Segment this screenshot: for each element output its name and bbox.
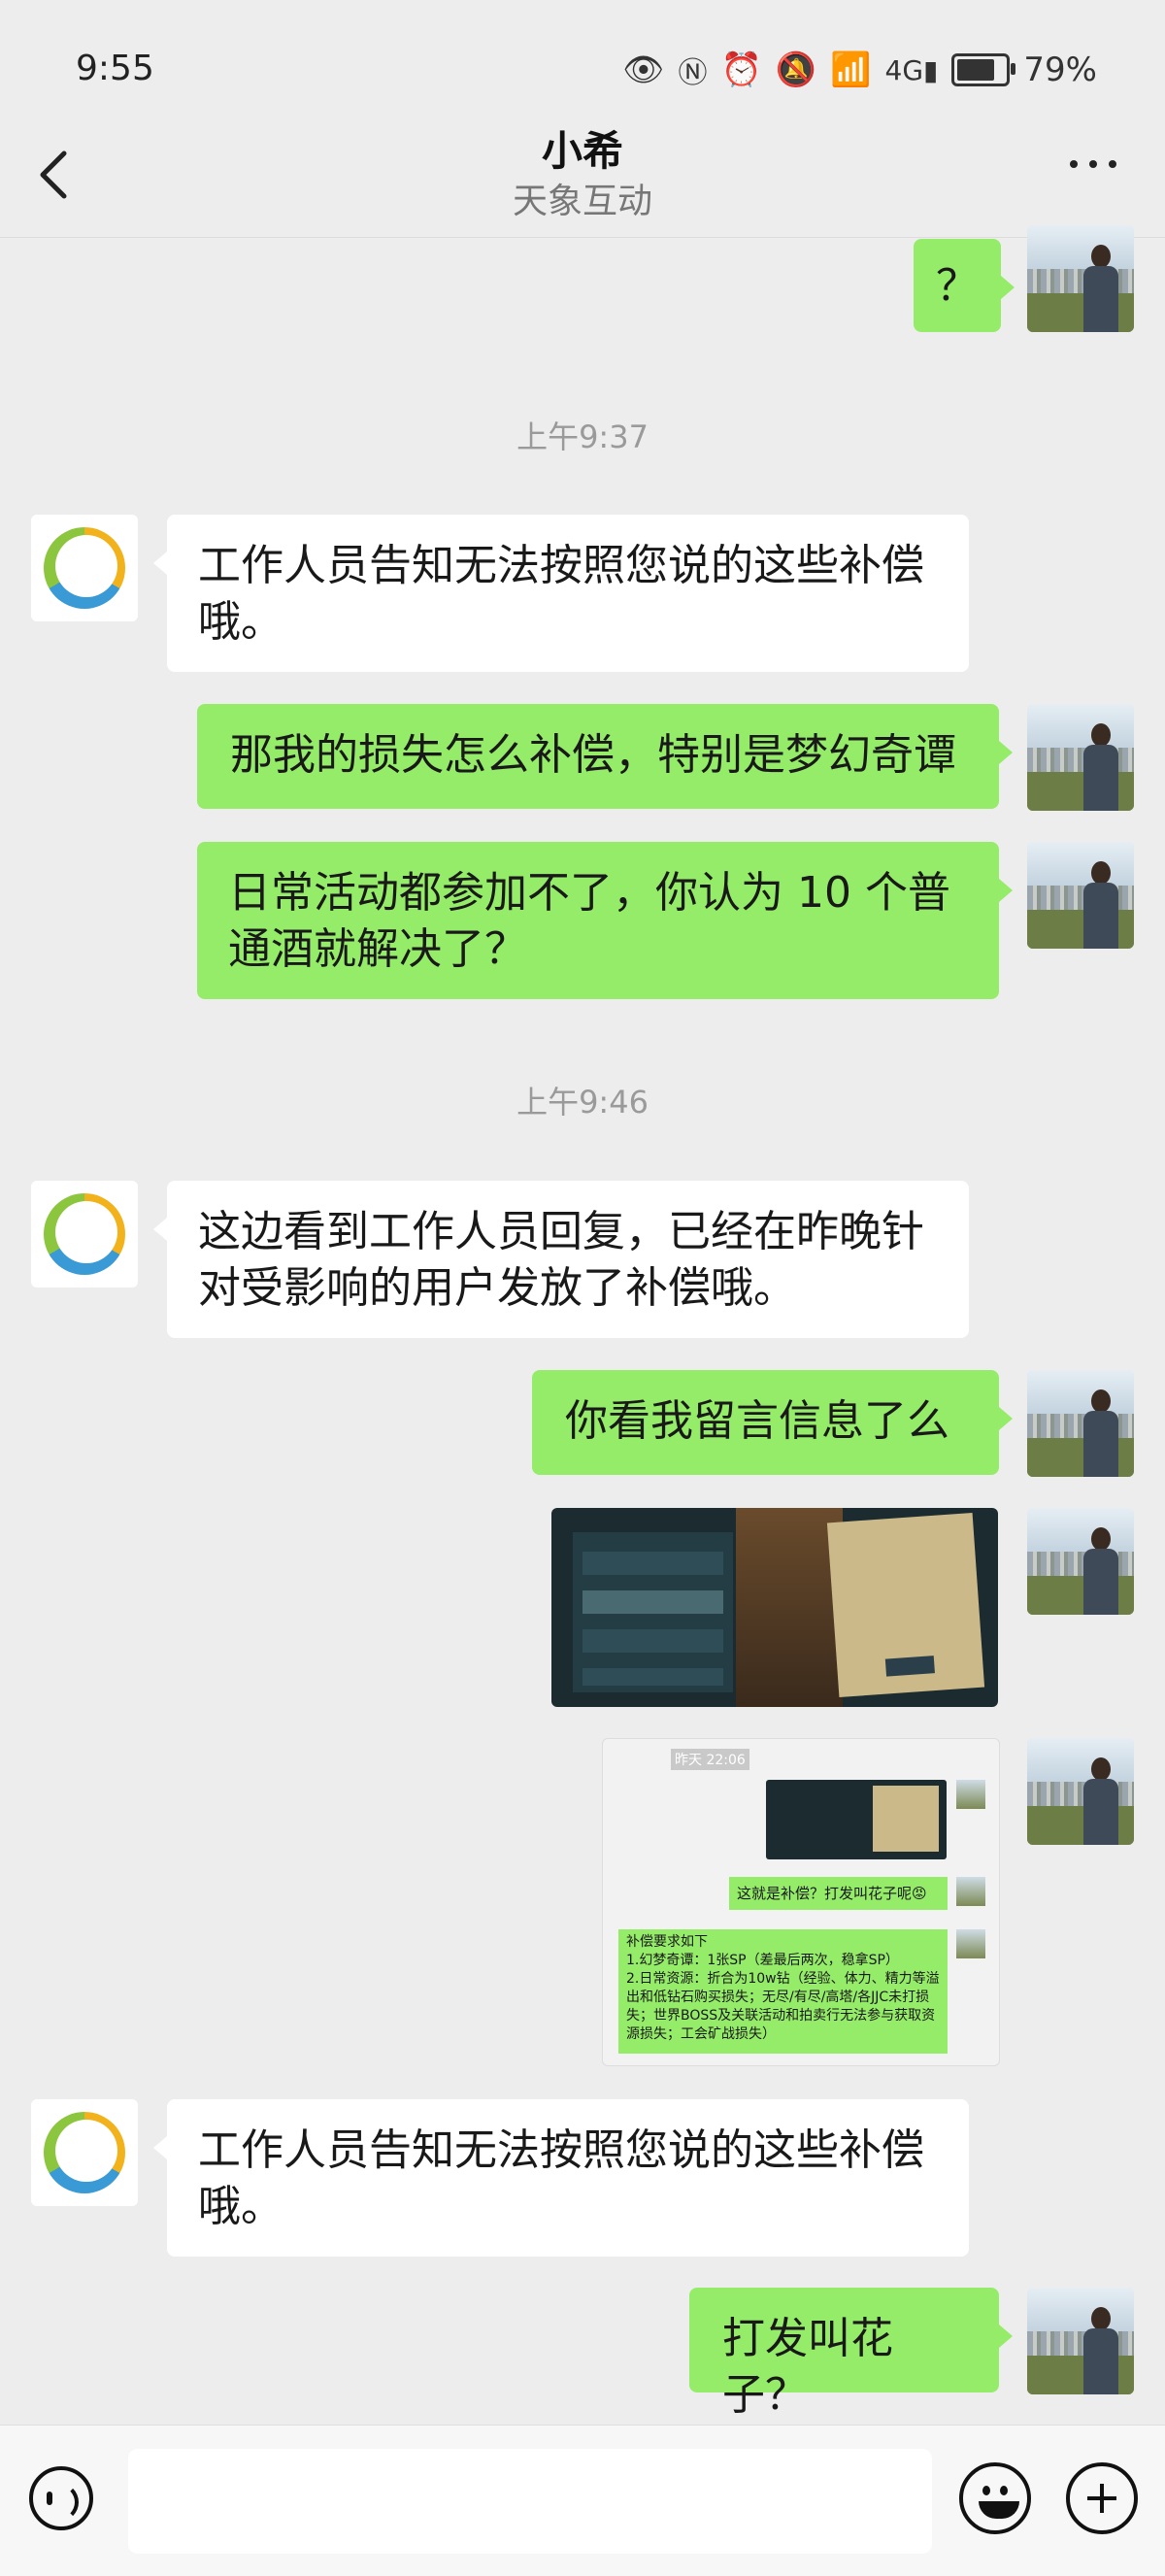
embedded-avatar — [956, 1877, 985, 1906]
signal-icon: 4G▮ — [884, 53, 939, 86]
more-options-icon[interactable] — [1070, 160, 1116, 168]
image-message-game-screenshot[interactable] — [551, 1508, 998, 1707]
battery-fill — [957, 59, 995, 81]
voice-input-icon[interactable] — [29, 2466, 93, 2530]
message-bubble[interactable]: 那我的损失怎么补偿，特别是梦幻奇谭 — [197, 704, 1013, 809]
avatar[interactable] — [31, 1181, 138, 1288]
add-attachment-icon[interactable] — [1066, 2462, 1138, 2534]
embedded-game-image — [766, 1780, 947, 1859]
alarm-icon: ⏰ — [720, 50, 762, 89]
header-divider — [0, 237, 1165, 238]
status-icons: 👁 Ⓝ ⏰ 🔕 📶 4G▮ 79% — [622, 49, 1097, 91]
chat-header: 小希 天象互动 — [0, 107, 1165, 233]
avatar[interactable] — [1027, 842, 1134, 949]
avatar[interactable] — [31, 515, 138, 621]
message-bubble[interactable]: 这边看到工作人员回复，已经在昨晚针对受影响的用户发放了补偿哦。 — [153, 1181, 969, 1338]
message-bubble[interactable]: 你看我留言信息了么 — [532, 1370, 1013, 1475]
avatar[interactable] — [1027, 1508, 1134, 1615]
game-notice-paper — [826, 1512, 985, 1698]
message-input[interactable] — [128, 2449, 932, 2554]
avatar[interactable] — [1027, 1370, 1134, 1477]
status-time: 9:55 — [76, 49, 154, 88]
eye-icon: 👁 — [622, 50, 665, 89]
avatar[interactable] — [1027, 225, 1134, 332]
embedded-avatar — [956, 1780, 985, 1809]
embedded-timestamp: 昨天 22:06 — [671, 1749, 749, 1770]
image-message-chat-screenshot[interactable]: 昨天 22:06 这就是补偿？打发叫花子呢😡 补偿要求如下 1.幻梦奇谭：1张S… — [602, 1738, 1000, 2066]
message-bubble[interactable]: 工作人员告知无法按照您说的这些补偿哦。 — [153, 515, 969, 672]
nfc-icon: Ⓝ — [678, 56, 708, 90]
game-menu-panel — [573, 1532, 733, 1692]
avatar[interactable] — [1027, 2288, 1134, 2394]
message-bubble[interactable]: ？ — [914, 239, 1015, 332]
embedded-bubble: 补偿要求如下 1.幻梦奇谭：1张SP（差最后两次，稳拿SP） 2.日常资源：折合… — [618, 1929, 948, 2054]
chat-title: 小希 — [541, 127, 623, 175]
message-timestamp: 上午9:37 — [516, 418, 649, 455]
wifi-icon: 📶 — [830, 50, 872, 89]
avatar[interactable] — [31, 2099, 138, 2206]
embedded-avatar — [956, 1929, 985, 1958]
game-room-scene — [736, 1508, 843, 1707]
mute-icon: 🔕 — [775, 50, 817, 89]
message-bubble[interactable]: 打发叫花子？ — [689, 2288, 1013, 2420]
message-timestamp: 上午9:46 — [516, 1084, 649, 1121]
chat-subtitle: 天象互动 — [512, 182, 652, 221]
message-bubble[interactable]: 工作人员告知无法按照您说的这些补偿哦。 — [153, 2099, 969, 2257]
emoji-icon[interactable] — [959, 2462, 1031, 2534]
battery-icon — [951, 53, 1016, 86]
message-bubble[interactable]: 日常活动都参加不了，你认为 10 个普通酒就解决了？ — [197, 842, 1013, 999]
battery-percent: 79% — [1023, 50, 1097, 89]
avatar[interactable] — [1027, 704, 1134, 811]
avatar[interactable] — [1027, 1738, 1134, 1845]
embedded-bubble: 这就是补偿？打发叫花子呢😡 — [729, 1877, 948, 1910]
input-bar — [0, 2425, 1165, 2576]
